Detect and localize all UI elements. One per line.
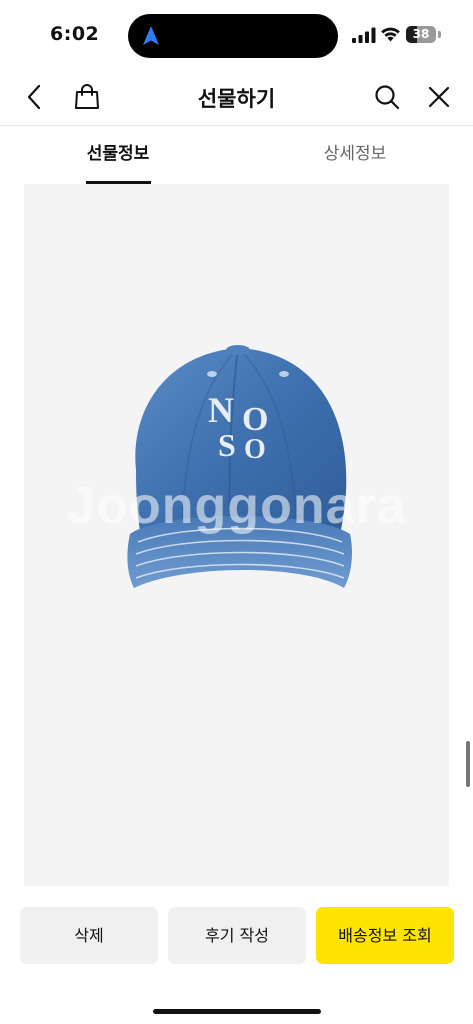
scroll-content[interactable]: N O S O Joonggonara [0,184,473,886]
page-title: 선물하기 [197,87,276,111]
battery-icon: 38 [406,26,441,43]
signal-icon [352,27,376,43]
home-indicator[interactable] [153,1009,321,1014]
close-icon[interactable] [424,82,454,112]
tab-detail-info[interactable]: 상세정보 [237,126,473,184]
battery-level: 38 [412,27,430,41]
watermark-text: Joonggonara [66,477,407,535]
svg-text:O: O [244,434,266,465]
tab-bar: 선물정보 상세정보 [0,126,473,184]
scrollbar-thumb[interactable] [466,741,470,787]
wifi-icon [381,27,400,42]
search-icon[interactable] [372,82,402,112]
app-header: 선물하기 [0,70,473,126]
dynamic-island [128,14,338,58]
product-image: N O S O Joonggonara [24,184,449,886]
status-bar: 6:02 38 [0,0,473,70]
svg-text:N: N [208,390,234,430]
svg-text:S: S [218,427,236,463]
delete-button[interactable]: 삭제 [20,907,158,964]
write-review-button[interactable]: 후기 작성 [168,907,306,964]
denim-cap-image: N O S O [127,345,352,588]
svg-text:O: O [242,401,268,438]
location-arrow-icon [143,26,159,45]
track-shipping-button[interactable]: 배송정보 조회 [316,907,454,964]
tab-gift-info[interactable]: 선물정보 [0,126,236,184]
bottom-action-bar: 삭제 후기 작성 배송정보 조회 [0,886,473,1024]
status-time: 6:02 [50,23,100,45]
